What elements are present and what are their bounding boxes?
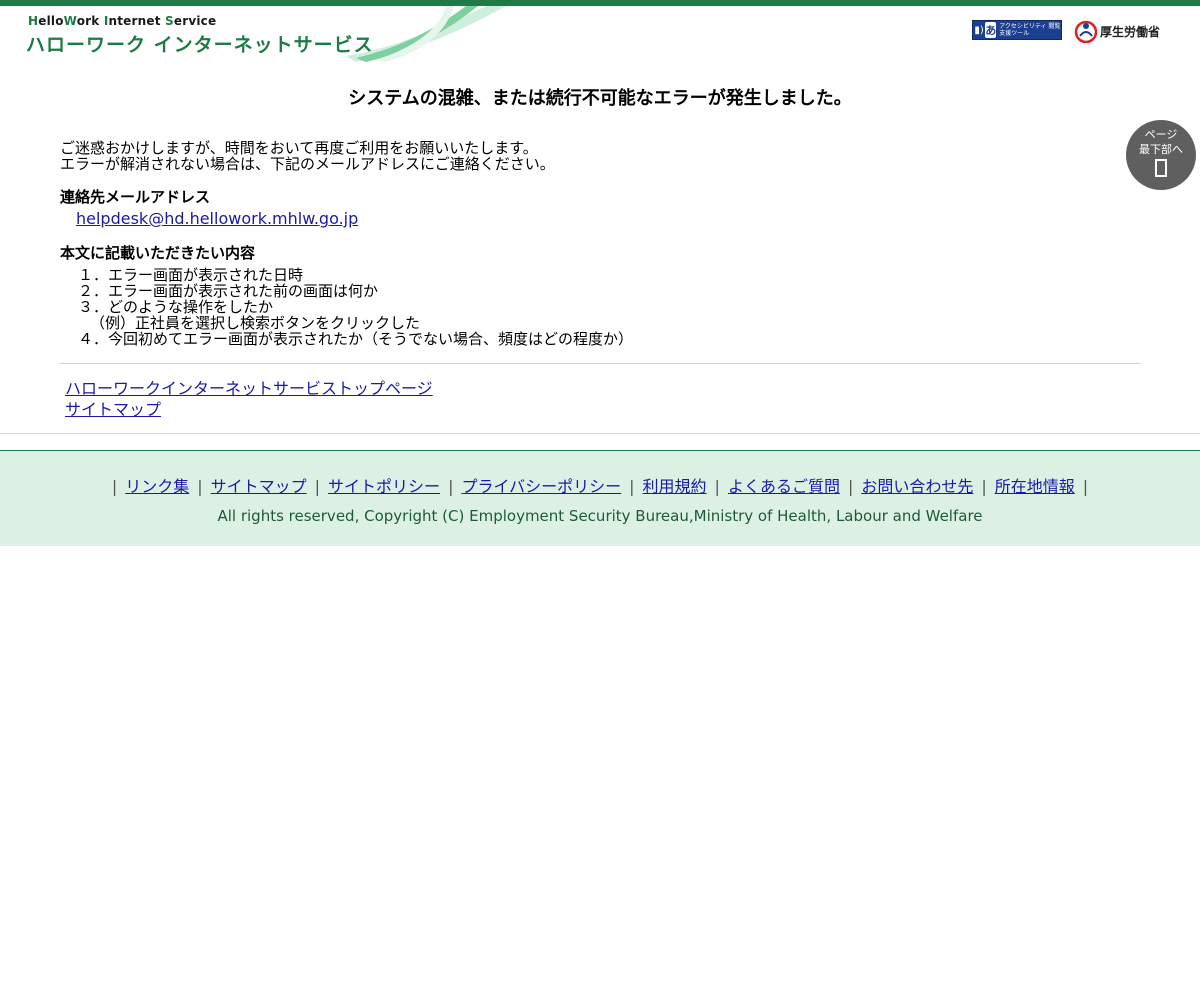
footer-link-links[interactable]: リンク集	[125, 477, 189, 496]
logo-english: HelloWork Internet Service	[28, 14, 217, 28]
helpdesk-mail-link[interactable]: helpdesk@hd.hellowork.mhlw.go.jp	[76, 209, 358, 228]
site-footer: | リンク集 | サイトマップ | サイトポリシー | プライバシーポリシー | 利用規約 | よくあ…	[0, 450, 1200, 546]
top-page-link[interactable]: ハローワークインターネットサービストップページ	[65, 378, 433, 399]
ministry-name: 厚生労働省	[1100, 24, 1161, 39]
ministry-logo[interactable]: 厚生労働省	[1074, 17, 1164, 45]
accessibility-tool-button[interactable]: ▮) あ アクセシビリティ 閲覧支援ツール	[972, 20, 1062, 40]
list-item-example: （例）正社員を選択し検索ボタンをクリックした	[90, 314, 421, 332]
footer-separator: |	[448, 477, 454, 496]
intro-line: ご迷惑おかけしますが、時間をおいて再度ご利用をお願いいたします。	[60, 139, 538, 157]
list-item: １．エラー画面が表示された日時	[78, 266, 304, 284]
footer-separator: |	[1082, 477, 1089, 496]
footer-separator: |	[197, 477, 203, 496]
list-item: ２．エラー画面が表示された前の画面は何か	[78, 282, 379, 300]
sitemap-link[interactable]: サイトマップ	[65, 399, 433, 420]
footer-separator: |	[314, 477, 321, 496]
accessibility-tool-label: アクセシビリティ 閲覧支援ツール	[999, 23, 1061, 37]
intro-text: ご迷惑おかけしますが、時間をおいて再度ご利用をお願いいたします。 エラーが解消さ…	[60, 140, 555, 172]
content-divider	[60, 363, 1140, 364]
logo-japanese: ハローワーク インターネットサービス	[26, 34, 374, 56]
page-title: システムの混雑、または続行不可能なエラーが発生しました。	[348, 88, 852, 109]
scroll-down-icon	[1155, 159, 1167, 177]
speaker-icon: ▮)	[974, 24, 984, 36]
ministry-emblem-icon	[1074, 20, 1098, 44]
footer-link-terms[interactable]: 利用規約	[643, 477, 707, 496]
mail-heading: 連絡先メールアドレス	[60, 188, 211, 206]
footer-separator: |	[629, 477, 635, 496]
footer-link-locations[interactable]: 所在地情報	[995, 477, 1075, 496]
footer-separator: |	[981, 477, 987, 496]
footer-separator: |	[847, 477, 854, 496]
footer-link-faq[interactable]: よくあるご質問	[728, 477, 840, 496]
site-logo[interactable]: HelloWork Internet Service ハローワーク インターネッ…	[26, 6, 506, 62]
copyright-text: All rights reserved, Copyright (C) Emplo…	[217, 507, 983, 525]
footer-separator: |	[714, 477, 720, 496]
footer-link-contact[interactable]: お問い合わせ先	[861, 477, 973, 496]
hiragana-icon: あ	[985, 22, 997, 38]
scroll-button-label: ページ	[1144, 128, 1178, 141]
required-items-list: １．エラー画面が表示された日時 ２．エラー画面が表示された前の画面は何か ３．ど…	[78, 267, 633, 347]
footer-separator: |	[111, 477, 118, 496]
intro-line: エラーが解消されない場合は、下記のメールアドレスにご連絡ください。	[60, 155, 555, 173]
footer-link-sitemap[interactable]: サイトマップ	[211, 477, 307, 496]
footer-nav: | リンク集 | サイトマップ | サイトポリシー | プライバシーポリシー | 利用規約 | よくあ…	[0, 473, 1200, 497]
bottom-links: ハローワークインターネットサービストップページ サイトマップ	[65, 378, 433, 420]
footer-divider	[0, 433, 1200, 434]
list-item: ４．今回初めてエラー画面が表示されたか（そうでない場合、頻度はどの程度か）	[78, 330, 634, 348]
footer-link-site-policy[interactable]: サイトポリシー	[328, 477, 440, 496]
scroll-button-label: 最下部へ	[1139, 143, 1183, 156]
scroll-to-bottom-button[interactable]: ページ 最下部へ	[1126, 120, 1196, 190]
logo-swoosh-icon	[346, 6, 506, 62]
list-item: ３．どのような操作をしたか	[78, 298, 274, 316]
site-header: HelloWork Internet Service ハローワーク インターネッ…	[0, 6, 1200, 62]
body-heading: 本文に記載いただきたい内容	[60, 244, 256, 262]
footer-link-privacy-policy[interactable]: プライバシーポリシー	[461, 477, 621, 496]
